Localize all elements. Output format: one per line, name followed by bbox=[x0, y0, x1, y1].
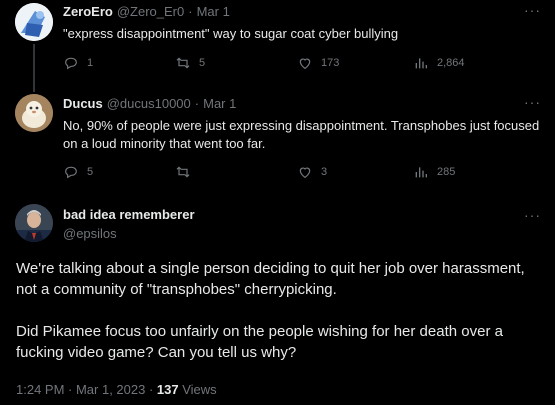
author-handle[interactable]: @ducus10000 bbox=[107, 96, 191, 111]
more-icon[interactable]: ··· bbox=[524, 207, 541, 223]
tweet-text: No, 90% of people were just expressing d… bbox=[63, 118, 540, 151]
author-name[interactable]: ZeroEro bbox=[63, 4, 113, 19]
reply-button[interactable]: 1 bbox=[63, 55, 93, 71]
avatar-zeroero[interactable] bbox=[15, 3, 53, 41]
like-count: 173 bbox=[321, 57, 340, 69]
action-bar: 5 3 285 bbox=[63, 164, 523, 180]
more-icon[interactable]: ··· bbox=[524, 2, 541, 18]
reply-tweet-2[interactable]: Ducus @ducus10000 · Mar 1 ··· No, 90% of… bbox=[0, 92, 555, 194]
tweet-date[interactable]: Mar 1 bbox=[203, 96, 236, 111]
separator-dot: · bbox=[194, 96, 200, 111]
retweet-button[interactable]: 5 bbox=[175, 55, 205, 71]
like-icon bbox=[299, 58, 311, 70]
author-name[interactable]: Ducus bbox=[63, 96, 103, 111]
reply-count: 5 bbox=[87, 166, 94, 178]
separator-dot: · bbox=[188, 4, 193, 19]
tweet-timestamp[interactable]: 1:24 PM · Mar 1, 2023 · bbox=[16, 382, 157, 397]
views-count: 137 bbox=[156, 382, 179, 397]
retweet-icon bbox=[176, 166, 190, 178]
tweet-meta: 1:24 PM · Mar 1, 2023 · 137 Views bbox=[16, 382, 217, 397]
tweet-text: "express disappointment" way to sugar co… bbox=[63, 26, 399, 41]
views-icon bbox=[415, 167, 427, 178]
reply-tweet-1[interactable]: ZeroEro @Zero_Er0 · Mar 1 ··· "express d… bbox=[0, 0, 555, 92]
author-name[interactable]: bad idea rememberer bbox=[63, 207, 195, 222]
like-icon bbox=[299, 167, 311, 179]
retweet-count: 5 bbox=[199, 57, 206, 69]
views-icon bbox=[415, 58, 427, 69]
views-count: 2,864 bbox=[437, 57, 465, 69]
retweet-icon bbox=[176, 57, 190, 69]
avatar-epsilos[interactable] bbox=[15, 204, 53, 242]
tweet-text-paragraph-1: We're talking about a single person deci… bbox=[16, 260, 525, 298]
reply-icon bbox=[65, 57, 77, 70]
more-icon[interactable]: ··· bbox=[524, 94, 541, 110]
main-tweet: bad idea rememberer @epsilos ··· We're t… bbox=[0, 194, 555, 405]
tweet-date[interactable]: Mar 1 bbox=[197, 4, 230, 19]
retweet-button[interactable] bbox=[175, 164, 199, 180]
avatar-ducus[interactable] bbox=[15, 94, 53, 132]
like-button[interactable]: 173 bbox=[297, 55, 339, 71]
author-handle[interactable]: @Zero_Er0 bbox=[117, 4, 184, 19]
reply-button[interactable]: 5 bbox=[63, 164, 93, 180]
reply-icon bbox=[65, 166, 77, 179]
views-button[interactable]: 285 bbox=[413, 164, 455, 180]
views-label: Views bbox=[178, 382, 217, 397]
tweet-text-paragraph-2: Did Pikamee focus too unfairly on the pe… bbox=[16, 323, 503, 361]
views-button[interactable]: 2,864 bbox=[413, 55, 465, 71]
author-handle[interactable]: @epsilos bbox=[63, 226, 117, 241]
views-count: 285 bbox=[437, 166, 456, 178]
reply-count: 1 bbox=[87, 57, 94, 69]
like-count: 3 bbox=[321, 166, 328, 178]
like-button[interactable]: 3 bbox=[297, 164, 327, 180]
action-bar: 1 5 173 2,864 bbox=[63, 55, 523, 71]
